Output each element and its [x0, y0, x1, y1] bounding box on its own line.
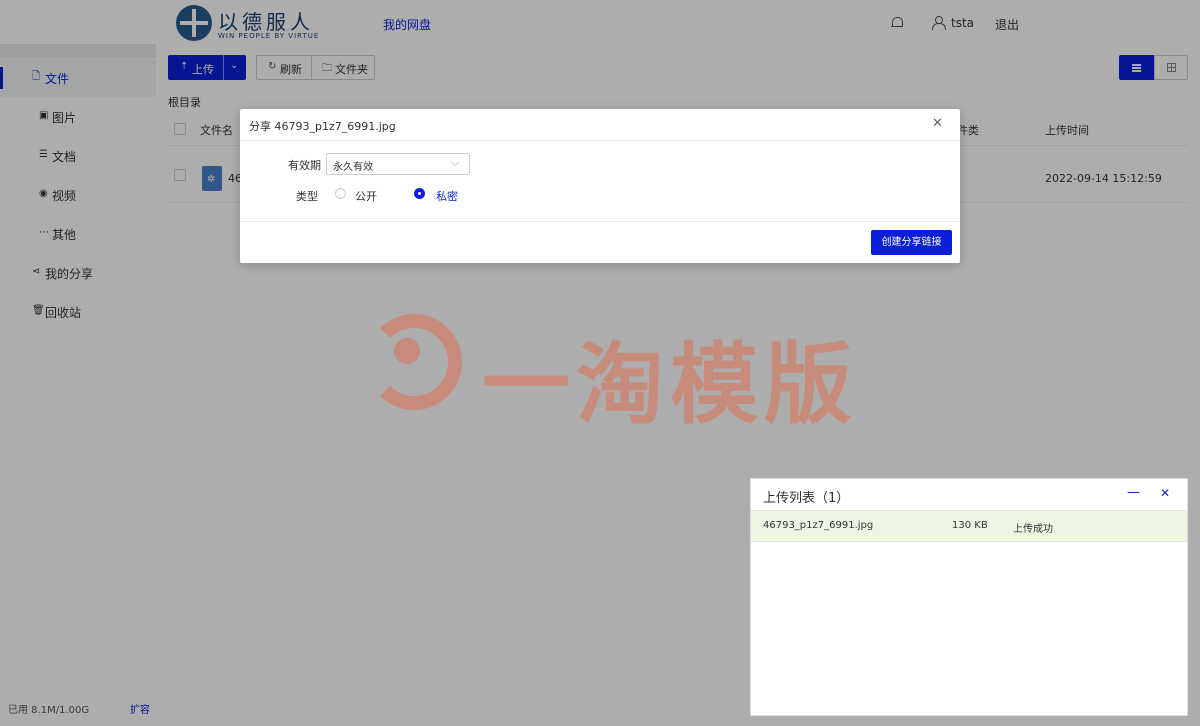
list-item: 46793_p1z7_6991.jpg 130 KB 上传成功 [751, 511, 1187, 542]
watermark-text: 一淘模版 [482, 333, 859, 436]
divider [240, 221, 960, 222]
watermark-logo-icon [366, 314, 462, 410]
radio-private[interactable] [414, 188, 425, 199]
create-share-link-button[interactable]: 创建分享链接 [871, 230, 952, 255]
watermark: 一淘模版 [360, 310, 860, 436]
validity-value: 永久有效 [333, 162, 373, 173]
close-icon[interactable]: ✕ [932, 117, 943, 131]
validity-select[interactable]: 永久有效 ⌵ [326, 153, 470, 175]
upload-status: 上传成功 [1013, 524, 1053, 535]
upload-panel-title: 上传列表（1） [763, 491, 850, 506]
watermark-dot [394, 338, 420, 364]
upload-list-panel: 上传列表（1） — ✕ 46793_p1z7_6991.jpg 130 KB 上… [750, 478, 1188, 716]
dialog-title: 分享 46793_p1z7_6991.jpg [249, 120, 396, 133]
type-label: 类型 [296, 190, 318, 203]
radio-private-label[interactable]: 私密 [436, 188, 458, 204]
validity-label: 有效期 [288, 159, 321, 172]
upload-file-name: 46793_p1z7_6991.jpg [763, 520, 874, 531]
chevron-down-icon: ⌵ [451, 156, 460, 169]
radio-public[interactable] [335, 188, 346, 199]
share-dialog: 分享 46793_p1z7_6991.jpg ✕ 有效期 永久有效 ⌵ 类型 公… [240, 109, 960, 263]
radio-public-label[interactable]: 公开 [355, 188, 377, 204]
divider [240, 140, 960, 141]
upload-file-size: 130 KB [952, 520, 988, 531]
close-icon[interactable]: ✕ [1160, 486, 1170, 500]
minimize-icon[interactable]: — [1127, 485, 1140, 500]
